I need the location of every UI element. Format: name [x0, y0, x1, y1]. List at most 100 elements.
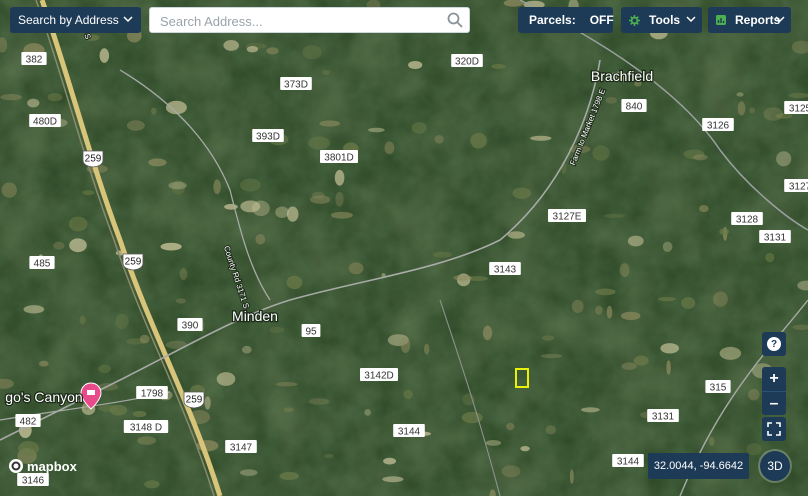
clearing: [507, 231, 525, 239]
clearing: [312, 191, 325, 199]
clearing: [179, 268, 188, 281]
fullscreen-button[interactable]: [762, 417, 786, 441]
svg-text:259: 259: [125, 257, 142, 268]
clearing: [240, 469, 258, 476]
parcels-state: OFF: [589, 13, 614, 27]
clearing: [240, 200, 261, 213]
3d-label: 3D: [767, 459, 783, 473]
gear-icon: [629, 14, 640, 26]
svg-text:3131: 3131: [764, 233, 787, 244]
clearing: [79, 315, 86, 325]
3d-toggle-button[interactable]: 3D: [760, 451, 790, 481]
clearing: [224, 203, 238, 210]
road-shield-label: 840: [621, 99, 647, 113]
road-shield-label: 390: [177, 318, 203, 332]
help-button[interactable]: ?: [762, 332, 786, 356]
clearing: [27, 98, 40, 108]
clearing: [18, 441, 40, 456]
clearing: [403, 389, 414, 400]
svg-text:95: 95: [305, 327, 317, 338]
search-by-label: Search by Address: [18, 13, 119, 27]
clearing: [512, 187, 532, 199]
clearing: [266, 47, 279, 55]
clearing: [132, 410, 147, 418]
clearing: [223, 40, 239, 51]
road-shield-label: 3131: [759, 230, 791, 244]
road-shield-label: 3128: [731, 212, 763, 226]
parcels-toggle[interactable]: Parcels: OFF: [518, 7, 614, 33]
road-shield-label: 393D: [252, 129, 284, 143]
us-highway-shield: 259: [183, 391, 205, 409]
clearing: [255, 234, 266, 245]
clearing: [0, 93, 22, 101]
clearing: [708, 436, 715, 446]
minus-icon: –: [769, 394, 779, 412]
clearing: [137, 436, 157, 445]
svg-text:390: 390: [182, 321, 199, 332]
clearing: [604, 213, 626, 218]
mapbox-label: mapbox: [27, 458, 77, 474]
mapbox-logo-icon: [9, 459, 23, 473]
clearing: [681, 297, 696, 309]
tools-button[interactable]: Tools: [621, 7, 702, 33]
coordinates-text: 32.0044, -94.6642: [653, 460, 744, 472]
road-shield-label: 3127E: [548, 209, 586, 223]
clearing: [382, 476, 404, 483]
svg-text:1798: 1798: [141, 389, 164, 400]
svg-text:3146: 3146: [22, 476, 45, 487]
chevron-down-icon: [775, 16, 785, 23]
clearing: [693, 154, 708, 161]
clearing: [545, 425, 556, 435]
clearing: [411, 122, 427, 134]
svg-text:3144: 3144: [617, 457, 640, 468]
search-icon[interactable]: [447, 12, 463, 28]
clearing: [383, 457, 397, 465]
clearing: [666, 360, 671, 375]
clearing: [424, 343, 430, 355]
road-shield-label: 373D: [280, 77, 312, 91]
clearing: [368, 127, 385, 133]
search-field[interactable]: [149, 7, 470, 33]
clearing: [23, 305, 45, 314]
road-shield-label: 3125: [784, 101, 808, 115]
road-shield-label: 3127: [784, 179, 808, 193]
clearing: [434, 135, 444, 144]
svg-text:259: 259: [186, 395, 203, 406]
place-label: go's Canyon: [5, 389, 82, 405]
satellite-map[interactable]: 382 480D 485 482 3146 259 373D 320D 393D 3801D 840…: [0, 0, 808, 496]
search-by-dropdown[interactable]: Search by Address: [10, 7, 141, 33]
clearing: [595, 305, 603, 315]
zoom-out-button[interactable]: –: [762, 391, 786, 415]
clearing: [331, 211, 353, 219]
clearing: [627, 235, 644, 247]
road-shield-label: 485: [29, 256, 55, 270]
clearing: [239, 178, 261, 192]
svg-text:393D: 393D: [256, 132, 280, 143]
search-input[interactable]: [158, 9, 442, 33]
clearing: [569, 469, 574, 484]
road-shield-label: 3146: [17, 473, 49, 487]
road-shield-label: 3144: [393, 424, 425, 438]
clearing: [501, 465, 521, 478]
clearing: [275, 206, 289, 218]
clearing: [213, 179, 221, 195]
reports-button[interactable]: Reports: [708, 7, 791, 33]
clearing: [485, 440, 502, 446]
clearing: [530, 135, 552, 141]
svg-text:3131: 3131: [652, 412, 675, 423]
clearing: [763, 107, 784, 121]
clearing: [619, 263, 630, 278]
clearing: [621, 362, 637, 371]
clearing: [286, 275, 303, 290]
clearing: [621, 311, 641, 321]
road-shield-label: 315: [705, 380, 731, 394]
zoom-in-button[interactable]: +: [762, 367, 786, 391]
clearing: [1, 182, 17, 198]
clearing: [246, 46, 259, 53]
svg-text:3128: 3128: [736, 215, 759, 226]
mapbox-attribution[interactable]: mapbox: [8, 458, 77, 474]
svg-text:315: 315: [710, 383, 727, 394]
svg-text:320D: 320D: [455, 57, 479, 68]
clearing: [713, 291, 728, 307]
clearing: [308, 136, 330, 150]
